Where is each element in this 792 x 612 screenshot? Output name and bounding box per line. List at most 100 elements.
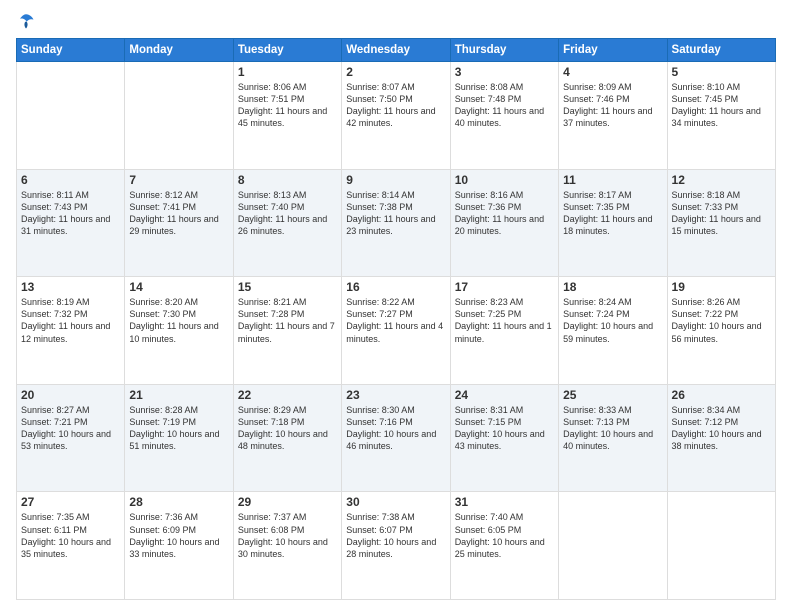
cell-info: Sunrise: 8:09 AM Sunset: 7:46 PM Dayligh…: [563, 81, 662, 130]
day-number: 21: [129, 388, 228, 402]
day-number: 16: [346, 280, 445, 294]
page: SundayMondayTuesdayWednesdayThursdayFrid…: [0, 0, 792, 612]
cell-info: Sunrise: 8:21 AM Sunset: 7:28 PM Dayligh…: [238, 296, 337, 345]
day-number: 15: [238, 280, 337, 294]
cell-info: Sunrise: 8:24 AM Sunset: 7:24 PM Dayligh…: [563, 296, 662, 345]
week-row-4: 20 Sunrise: 8:27 AM Sunset: 7:21 PM Dayli…: [17, 384, 776, 492]
day-number: 11: [563, 173, 662, 187]
cell-info: Sunrise: 8:07 AM Sunset: 7:50 PM Dayligh…: [346, 81, 445, 130]
day-header-thursday: Thursday: [450, 39, 558, 62]
calendar-cell: [667, 492, 775, 600]
calendar-cell: 22 Sunrise: 8:29 AM Sunset: 7:18 PM Dayli…: [233, 384, 341, 492]
day-number: 3: [455, 65, 554, 79]
calendar-cell: 28Sunrise: 7:36 AM Sunset: 6:09 PM Dayli…: [125, 492, 233, 600]
day-number: 20: [21, 388, 120, 402]
calendar-cell: 17 Sunrise: 8:23 AM Sunset: 7:25 PM Dayli…: [450, 277, 558, 385]
cell-info: Sunrise: 8:19 AM Sunset: 7:32 PM Dayligh…: [21, 296, 120, 345]
cell-info: Sunrise: 8:08 AM Sunset: 7:48 PM Dayligh…: [455, 81, 554, 130]
cell-info: Sunrise: 8:26 AM Sunset: 7:22 PM Dayligh…: [672, 296, 771, 345]
day-number: 28: [129, 495, 228, 509]
calendar-cell: 31 Sunrise: 7:40 AM Sunset: 6:05 PM Dayli…: [450, 492, 558, 600]
day-number: 5: [672, 65, 771, 79]
cell-info: Sunrise: 8:31 AM Sunset: 7:15 PM Dayligh…: [455, 404, 554, 453]
calendar-cell: 10 Sunrise: 8:16 AM Sunset: 7:36 PM Dayli…: [450, 169, 558, 277]
day-number: 24: [455, 388, 554, 402]
cell-info: Sunrise: 8:06 AM Sunset: 7:51 PM Dayligh…: [238, 81, 337, 130]
calendar-cell: 19 Sunrise: 8:26 AM Sunset: 7:22 PM Dayli…: [667, 277, 775, 385]
cell-info: Sunrise: 7:35 AM Sunset: 6:11 PM Dayligh…: [21, 511, 120, 560]
calendar-cell: 3 Sunrise: 8:08 AM Sunset: 7:48 PM Daylig…: [450, 62, 558, 170]
calendar-cell: 23 Sunrise: 8:30 AM Sunset: 7:16 PM Dayli…: [342, 384, 450, 492]
cell-info: Sunrise: 8:23 AM Sunset: 7:25 PM Dayligh…: [455, 296, 554, 345]
day-number: 26: [672, 388, 771, 402]
calendar-cell: 24 Sunrise: 8:31 AM Sunset: 7:15 PM Dayli…: [450, 384, 558, 492]
cell-info: Sunrise: 8:14 AM Sunset: 7:38 PM Dayligh…: [346, 189, 445, 238]
calendar-cell: 15 Sunrise: 8:21 AM Sunset: 7:28 PM Dayli…: [233, 277, 341, 385]
calendar-cell: 20 Sunrise: 8:27 AM Sunset: 7:21 PM Dayli…: [17, 384, 125, 492]
calendar-cell: 9 Sunrise: 8:14 AM Sunset: 7:38 PM Daylig…: [342, 169, 450, 277]
calendar-cell: 26 Sunrise: 8:34 AM Sunset: 7:12 PM Dayli…: [667, 384, 775, 492]
cell-info: Sunrise: 8:10 AM Sunset: 7:45 PM Dayligh…: [672, 81, 771, 130]
calendar-cell: 6Sunrise: 8:11 AM Sunset: 7:43 PM Daylig…: [17, 169, 125, 277]
day-header-tuesday: Tuesday: [233, 39, 341, 62]
calendar-cell: 16 Sunrise: 8:22 AM Sunset: 7:27 PM Dayli…: [342, 277, 450, 385]
calendar-cell: 2 Sunrise: 8:07 AM Sunset: 7:50 PM Daylig…: [342, 62, 450, 170]
week-row-1: 1Sunrise: 8:06 AM Sunset: 7:51 PM Daylig…: [17, 62, 776, 170]
header: [16, 12, 776, 30]
calendar-cell: 27 Sunrise: 7:35 AM Sunset: 6:11 PM Dayli…: [17, 492, 125, 600]
calendar-cell: 25Sunrise: 8:33 AM Sunset: 7:13 PM Dayli…: [559, 384, 667, 492]
calendar-table: SundayMondayTuesdayWednesdayThursdayFrid…: [16, 38, 776, 600]
logo: [16, 12, 35, 30]
day-number: 19: [672, 280, 771, 294]
cell-info: Sunrise: 8:28 AM Sunset: 7:19 PM Dayligh…: [129, 404, 228, 453]
calendar-cell: 7 Sunrise: 8:12 AM Sunset: 7:41 PM Daylig…: [125, 169, 233, 277]
day-number: 8: [238, 173, 337, 187]
day-number: 27: [21, 495, 120, 509]
cell-info: Sunrise: 7:40 AM Sunset: 6:05 PM Dayligh…: [455, 511, 554, 560]
calendar-cell: [125, 62, 233, 170]
cell-info: Sunrise: 7:37 AM Sunset: 6:08 PM Dayligh…: [238, 511, 337, 560]
day-header-sunday: Sunday: [17, 39, 125, 62]
day-number: 18: [563, 280, 662, 294]
calendar-cell: 11 Sunrise: 8:17 AM Sunset: 7:35 PM Dayli…: [559, 169, 667, 277]
day-number: 2: [346, 65, 445, 79]
cell-info: Sunrise: 8:22 AM Sunset: 7:27 PM Dayligh…: [346, 296, 445, 345]
cell-info: Sunrise: 8:33 AM Sunset: 7:13 PM Dayligh…: [563, 404, 662, 453]
cell-info: Sunrise: 8:34 AM Sunset: 7:12 PM Dayligh…: [672, 404, 771, 453]
logo-bird-icon: [17, 12, 35, 30]
week-row-3: 13Sunrise: 8:19 AM Sunset: 7:32 PM Dayli…: [17, 277, 776, 385]
cell-info: Sunrise: 8:18 AM Sunset: 7:33 PM Dayligh…: [672, 189, 771, 238]
day-number: 31: [455, 495, 554, 509]
calendar-cell: 12 Sunrise: 8:18 AM Sunset: 7:33 PM Dayli…: [667, 169, 775, 277]
calendar-cell: 1Sunrise: 8:06 AM Sunset: 7:51 PM Daylig…: [233, 62, 341, 170]
day-number: 17: [455, 280, 554, 294]
day-number: 7: [129, 173, 228, 187]
cell-info: Sunrise: 8:13 AM Sunset: 7:40 PM Dayligh…: [238, 189, 337, 238]
cell-info: Sunrise: 8:20 AM Sunset: 7:30 PM Dayligh…: [129, 296, 228, 345]
calendar-cell: 21 Sunrise: 8:28 AM Sunset: 7:19 PM Dayli…: [125, 384, 233, 492]
day-number: 12: [672, 173, 771, 187]
day-number: 10: [455, 173, 554, 187]
cell-info: Sunrise: 8:12 AM Sunset: 7:41 PM Dayligh…: [129, 189, 228, 238]
cell-info: Sunrise: 7:38 AM Sunset: 6:07 PM Dayligh…: [346, 511, 445, 560]
day-header-wednesday: Wednesday: [342, 39, 450, 62]
calendar-cell: 18 Sunrise: 8:24 AM Sunset: 7:24 PM Dayli…: [559, 277, 667, 385]
calendar-cell: 5 Sunrise: 8:10 AM Sunset: 7:45 PM Daylig…: [667, 62, 775, 170]
calendar-cell: 8 Sunrise: 8:13 AM Sunset: 7:40 PM Daylig…: [233, 169, 341, 277]
cell-info: Sunrise: 8:27 AM Sunset: 7:21 PM Dayligh…: [21, 404, 120, 453]
day-number: 29: [238, 495, 337, 509]
cell-info: Sunrise: 8:17 AM Sunset: 7:35 PM Dayligh…: [563, 189, 662, 238]
week-row-5: 27 Sunrise: 7:35 AM Sunset: 6:11 PM Dayli…: [17, 492, 776, 600]
cell-info: Sunrise: 8:29 AM Sunset: 7:18 PM Dayligh…: [238, 404, 337, 453]
cell-info: Sunrise: 8:30 AM Sunset: 7:16 PM Dayligh…: [346, 404, 445, 453]
calendar-cell: 30 Sunrise: 7:38 AM Sunset: 6:07 PM Dayli…: [342, 492, 450, 600]
day-number: 9: [346, 173, 445, 187]
calendar-cell: 14 Sunrise: 8:20 AM Sunset: 7:30 PM Dayli…: [125, 277, 233, 385]
day-number: 30: [346, 495, 445, 509]
day-number: 22: [238, 388, 337, 402]
cell-info: Sunrise: 8:16 AM Sunset: 7:36 PM Dayligh…: [455, 189, 554, 238]
day-number: 23: [346, 388, 445, 402]
day-number: 14: [129, 280, 228, 294]
calendar-cell: [559, 492, 667, 600]
week-row-2: 6Sunrise: 8:11 AM Sunset: 7:43 PM Daylig…: [17, 169, 776, 277]
